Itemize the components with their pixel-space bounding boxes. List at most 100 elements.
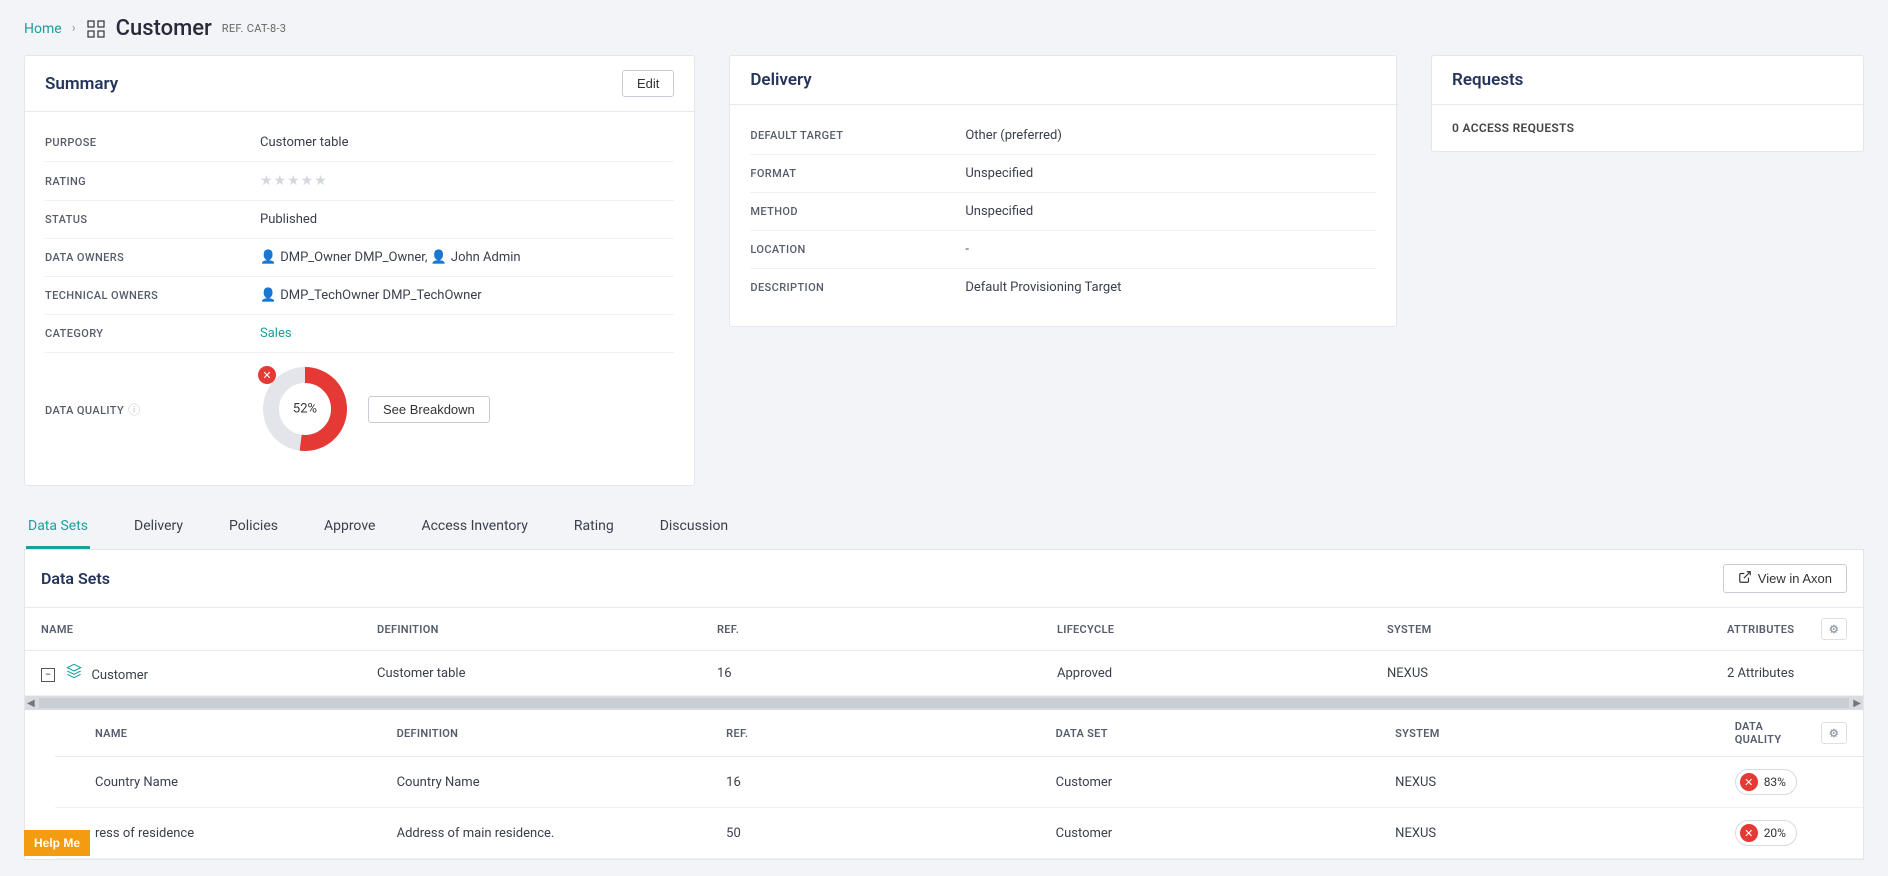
col-attributes[interactable]: ATTRIBUTES [1715, 608, 1809, 651]
table-row[interactable]: ress of residenceAddress of main residen… [55, 808, 1863, 859]
see-breakdown-button[interactable]: See Breakdown [368, 396, 490, 423]
col-lifecycle[interactable]: LIFECYCLE [1045, 608, 1375, 651]
tabs: Data Sets Delivery Policies Approve Acce… [24, 508, 1864, 550]
user-icon: 👤 [260, 288, 276, 303]
value-purpose: Customer table [260, 135, 674, 150]
error-badge-icon: ✕ [258, 366, 276, 384]
summary-heading: Summary [45, 74, 118, 94]
row-name: Country Name [55, 757, 385, 808]
row-system: NEXUS [1383, 808, 1723, 859]
data-quality-pill: ✕20% [1735, 820, 1797, 846]
tab-access-inventory[interactable]: Access Inventory [419, 508, 529, 549]
table-row[interactable]: Country NameCountry Name16CustomerNEXUS✕… [55, 757, 1863, 808]
edit-button[interactable]: Edit [622, 70, 674, 97]
row-lifecycle: Approved [1045, 651, 1375, 696]
row-definition: Country Name [385, 757, 715, 808]
data-quality-donut: 52% ✕ [260, 364, 350, 454]
summary-card: Summary Edit PURPOSE Customer table RATI… [24, 55, 695, 486]
tab-discussion[interactable]: Discussion [658, 508, 730, 549]
label-category: CATEGORY [45, 327, 260, 340]
breadcrumb-separator-icon: › [72, 21, 76, 36]
icol-name[interactable]: NAME [55, 710, 385, 757]
requests-card: Requests 0 ACCESS REQUESTS [1431, 55, 1864, 152]
col-name[interactable]: NAME [25, 608, 365, 651]
icol-ref[interactable]: REF. [714, 710, 1043, 757]
value-default-target: Other (preferred) [965, 128, 1376, 143]
ref-badge: REF. CAT-8-3 [222, 22, 287, 35]
row-ref: 16 [705, 651, 1045, 696]
label-purpose: PURPOSE [45, 136, 260, 149]
grid-icon [86, 19, 106, 39]
info-icon[interactable]: ⓘ [128, 403, 140, 417]
error-badge-icon: ✕ [1740, 773, 1758, 791]
tab-data-sets[interactable]: Data Sets [26, 508, 90, 549]
row-data-quality: ✕20% [1723, 808, 1809, 859]
row-definition: Customer table [365, 651, 705, 696]
value-rating[interactable]: ★★★★★ [260, 173, 674, 189]
tab-rating[interactable]: Rating [572, 508, 616, 549]
data-quality-percent: 52% [293, 402, 317, 417]
star-rating-icon[interactable]: ★★★★★ [260, 173, 328, 189]
help-me-button[interactable]: Help Me [24, 830, 90, 856]
label-method: METHOD [750, 205, 965, 218]
collapse-icon[interactable]: − [41, 668, 55, 682]
horizontal-scrollbar[interactable]: ◀ ▶ [25, 696, 1863, 710]
col-ref[interactable]: REF. [705, 608, 1045, 651]
value-method: Unspecified [965, 204, 1376, 219]
delivery-heading: Delivery [750, 70, 811, 90]
label-location: LOCATION [750, 243, 965, 256]
breadcrumb: Home › Customer REF. CAT-8-3 [24, 16, 1864, 41]
label-data-owners: DATA OWNERS [45, 251, 260, 264]
value-category[interactable]: Sales [260, 326, 674, 341]
value-technical-owners: 👤DMP_TechOwner DMP_TechOwner [260, 288, 674, 303]
row-data-set: Customer [1044, 757, 1384, 808]
view-in-axon-button[interactable]: View in Axon [1723, 564, 1847, 593]
icol-definition[interactable]: DEFINITION [385, 710, 715, 757]
label-rating: RATING [45, 175, 260, 188]
label-technical-owners: TECHNICAL OWNERS [45, 289, 260, 302]
table-settings-button[interactable]: ⚙ [1821, 618, 1847, 640]
tab-delivery[interactable]: Delivery [132, 508, 185, 549]
datasets-table: NAME DEFINITION REF. LIFECYCLE SYSTEM AT… [25, 608, 1863, 696]
label-status: STATUS [45, 213, 260, 226]
value-description: Default Provisioning Target [965, 280, 1376, 295]
row-name: Customer [91, 668, 148, 683]
dataset-icon [66, 668, 85, 683]
data-quality-pill: ✕83% [1735, 769, 1797, 795]
table-settings-button[interactable]: ⚙ [1821, 722, 1847, 744]
row-name: ress of residence [55, 808, 385, 859]
row-data-quality: ✕83% [1723, 757, 1809, 808]
data-sets-section: Data Sets View in Axon NAME DEFINITION R… [24, 550, 1864, 860]
scroll-left-icon[interactable]: ◀ [27, 698, 35, 709]
error-badge-icon: ✕ [1740, 824, 1758, 842]
page-title: Customer [116, 16, 212, 41]
col-system[interactable]: SYSTEM [1375, 608, 1715, 651]
row-data-set: Customer [1044, 808, 1384, 859]
user-icon: 👤 [260, 250, 276, 265]
icol-data-set[interactable]: DATA SET [1044, 710, 1384, 757]
requests-count: 0 ACCESS REQUESTS [1432, 105, 1863, 151]
table-row[interactable]: − Customer Customer table 16 Approved NE… [25, 651, 1863, 696]
value-format: Unspecified [965, 166, 1376, 181]
row-system: NEXUS [1375, 651, 1715, 696]
label-default-target: DEFAULT TARGET [750, 129, 965, 142]
label-format: FORMAT [750, 167, 965, 180]
breadcrumb-home[interactable]: Home [24, 21, 62, 37]
tab-approve[interactable]: Approve [322, 508, 377, 549]
row-system: NEXUS [1383, 757, 1723, 808]
scroll-right-icon[interactable]: ▶ [1853, 698, 1861, 709]
tab-policies[interactable]: Policies [227, 508, 280, 549]
value-data-owners: 👤DMP_Owner DMP_Owner, 👤John Admin [260, 250, 674, 265]
delivery-card: Delivery DEFAULT TARGETOther (preferred)… [729, 55, 1397, 327]
col-definition[interactable]: DEFINITION [365, 608, 705, 651]
user-icon: 👤 [431, 250, 447, 265]
label-description: DESCRIPTION [750, 281, 965, 294]
icol-system[interactable]: SYSTEM [1383, 710, 1723, 757]
external-link-icon [1738, 570, 1752, 587]
requests-heading: Requests [1452, 70, 1523, 90]
value-status: Published [260, 212, 674, 227]
attributes-table: NAME DEFINITION REF. DATA SET SYSTEM DAT… [55, 710, 1863, 859]
icol-data-quality[interactable]: DATA QUALITY [1723, 710, 1809, 757]
row-ref: 16 [714, 757, 1043, 808]
row-definition: Address of main residence. [385, 808, 715, 859]
